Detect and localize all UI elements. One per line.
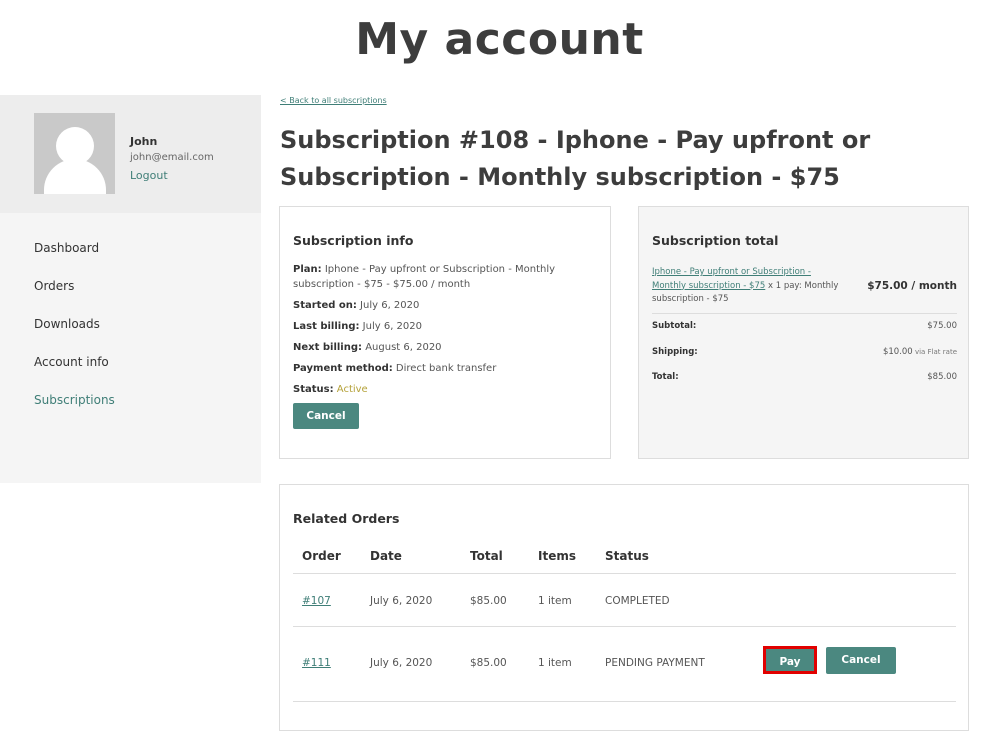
avatar (34, 113, 115, 194)
payment-method-row: Payment method: Direct bank transfer (293, 361, 593, 376)
order-date: July 6, 2020 (370, 595, 433, 607)
shipping-label: Shipping: (652, 347, 698, 357)
total-value: $85.00 (927, 372, 957, 382)
order-total: $85.00 (470, 657, 507, 669)
cancel-order-button[interactable]: Cancel (826, 647, 896, 674)
line-item-product: Iphone - Pay upfront or Subscription - M… (652, 266, 842, 307)
shipping-via: via Flat rate (912, 348, 957, 356)
last-billing-row: Last billing: July 6, 2020 (293, 319, 593, 334)
order-date: July 6, 2020 (370, 657, 433, 669)
profile-card: John john@email.com Logout (0, 95, 261, 213)
subscription-title: Subscription #108 - Iphone - Pay upfront… (280, 126, 871, 191)
related-orders-card: Related Orders Order Date Total Items St… (279, 484, 969, 731)
column-header-items: Items (538, 549, 576, 563)
order-items: 1 item (538, 595, 572, 607)
table-header-row: Order Date Total Items Status (293, 543, 956, 574)
started-row: Started on: July 6, 2020 (293, 298, 593, 313)
column-header-order: Order (302, 549, 341, 563)
avatar-body-shape (44, 159, 106, 194)
line-item-price: $75.00 / month (867, 280, 957, 292)
plan-label: Plan: (293, 264, 322, 275)
subscription-info-card: Subscription info Plan: Iphone - Pay upf… (279, 206, 611, 459)
table-row: #111 July 6, 2020 $85.00 1 item PENDING … (293, 627, 956, 702)
subscription-info-heading: Subscription info (293, 233, 414, 248)
plan-value: Iphone - Pay upfront or Subscription - M… (293, 264, 556, 290)
order-status: PENDING PAYMENT (605, 657, 705, 669)
order-link[interactable]: #107 (302, 595, 331, 607)
order-items: 1 item (538, 657, 572, 669)
started-label: Started on: (293, 300, 357, 311)
total-line-item: Iphone - Pay upfront or Subscription - M… (652, 266, 957, 314)
page-title: My account (355, 14, 644, 65)
sidebar-item-orders[interactable]: Orders (34, 279, 115, 317)
pay-button[interactable]: Pay (763, 646, 817, 674)
account-sidebar: John john@email.com Logout Dashboard Ord… (0, 95, 261, 483)
profile-email: john@email.com (130, 152, 214, 163)
profile-name: John (130, 135, 158, 148)
next-billing-value: August 6, 2020 (365, 342, 442, 353)
payment-method-value: Direct bank transfer (395, 363, 497, 374)
subscription-info-details: Plan: Iphone - Pay upfront or Subscripti… (293, 262, 593, 403)
subscription-total-heading: Subscription total (652, 233, 779, 248)
column-header-date: Date (370, 549, 402, 563)
order-link[interactable]: #111 (302, 657, 331, 669)
subtotal-label: Subtotal: (652, 321, 697, 331)
payment-method-label: Payment method: (293, 363, 393, 374)
related-orders-heading: Related Orders (293, 511, 400, 526)
status-badge: Active (336, 384, 368, 395)
status-label: Status: (293, 384, 334, 395)
status-row: Status: Active (293, 382, 593, 397)
related-orders-table: Order Date Total Items Status #107 July … (293, 543, 956, 702)
table-row: #107 July 6, 2020 $85.00 1 item COMPLETE… (293, 574, 956, 627)
cancel-subscription-button[interactable]: Cancel (293, 403, 359, 429)
subtotal-value: $75.00 (927, 321, 957, 331)
subscription-total-card: Subscription total Iphone - Pay upfront … (638, 206, 969, 459)
next-billing-label: Next billing: (293, 342, 363, 353)
sidebar-item-downloads[interactable]: Downloads (34, 317, 115, 355)
last-billing-label: Last billing: (293, 321, 360, 332)
column-header-total: Total (470, 549, 503, 563)
plan-row: Plan: Iphone - Pay upfront or Subscripti… (293, 262, 593, 292)
logout-link[interactable]: Logout (130, 169, 168, 182)
sidebar-nav: Dashboard Orders Downloads Account info … (34, 241, 115, 431)
last-billing-value: July 6, 2020 (362, 321, 423, 332)
order-total: $85.00 (470, 595, 507, 607)
sidebar-item-account-info[interactable]: Account info (34, 355, 115, 393)
started-value: July 6, 2020 (360, 300, 420, 311)
column-header-status: Status (605, 549, 649, 563)
shipping-value: $10.00 (882, 347, 913, 357)
next-billing-row: Next billing: August 6, 2020 (293, 340, 593, 355)
sidebar-item-subscriptions[interactable]: Subscriptions (34, 393, 115, 431)
shipping-value-wrap: $10.00 via Flat rate (883, 347, 957, 357)
sidebar-item-dashboard[interactable]: Dashboard (34, 241, 115, 279)
back-to-subscriptions-link[interactable]: < Back to all subscriptions (280, 96, 387, 105)
total-label: Total: (652, 372, 679, 382)
order-status: COMPLETED (605, 595, 670, 607)
